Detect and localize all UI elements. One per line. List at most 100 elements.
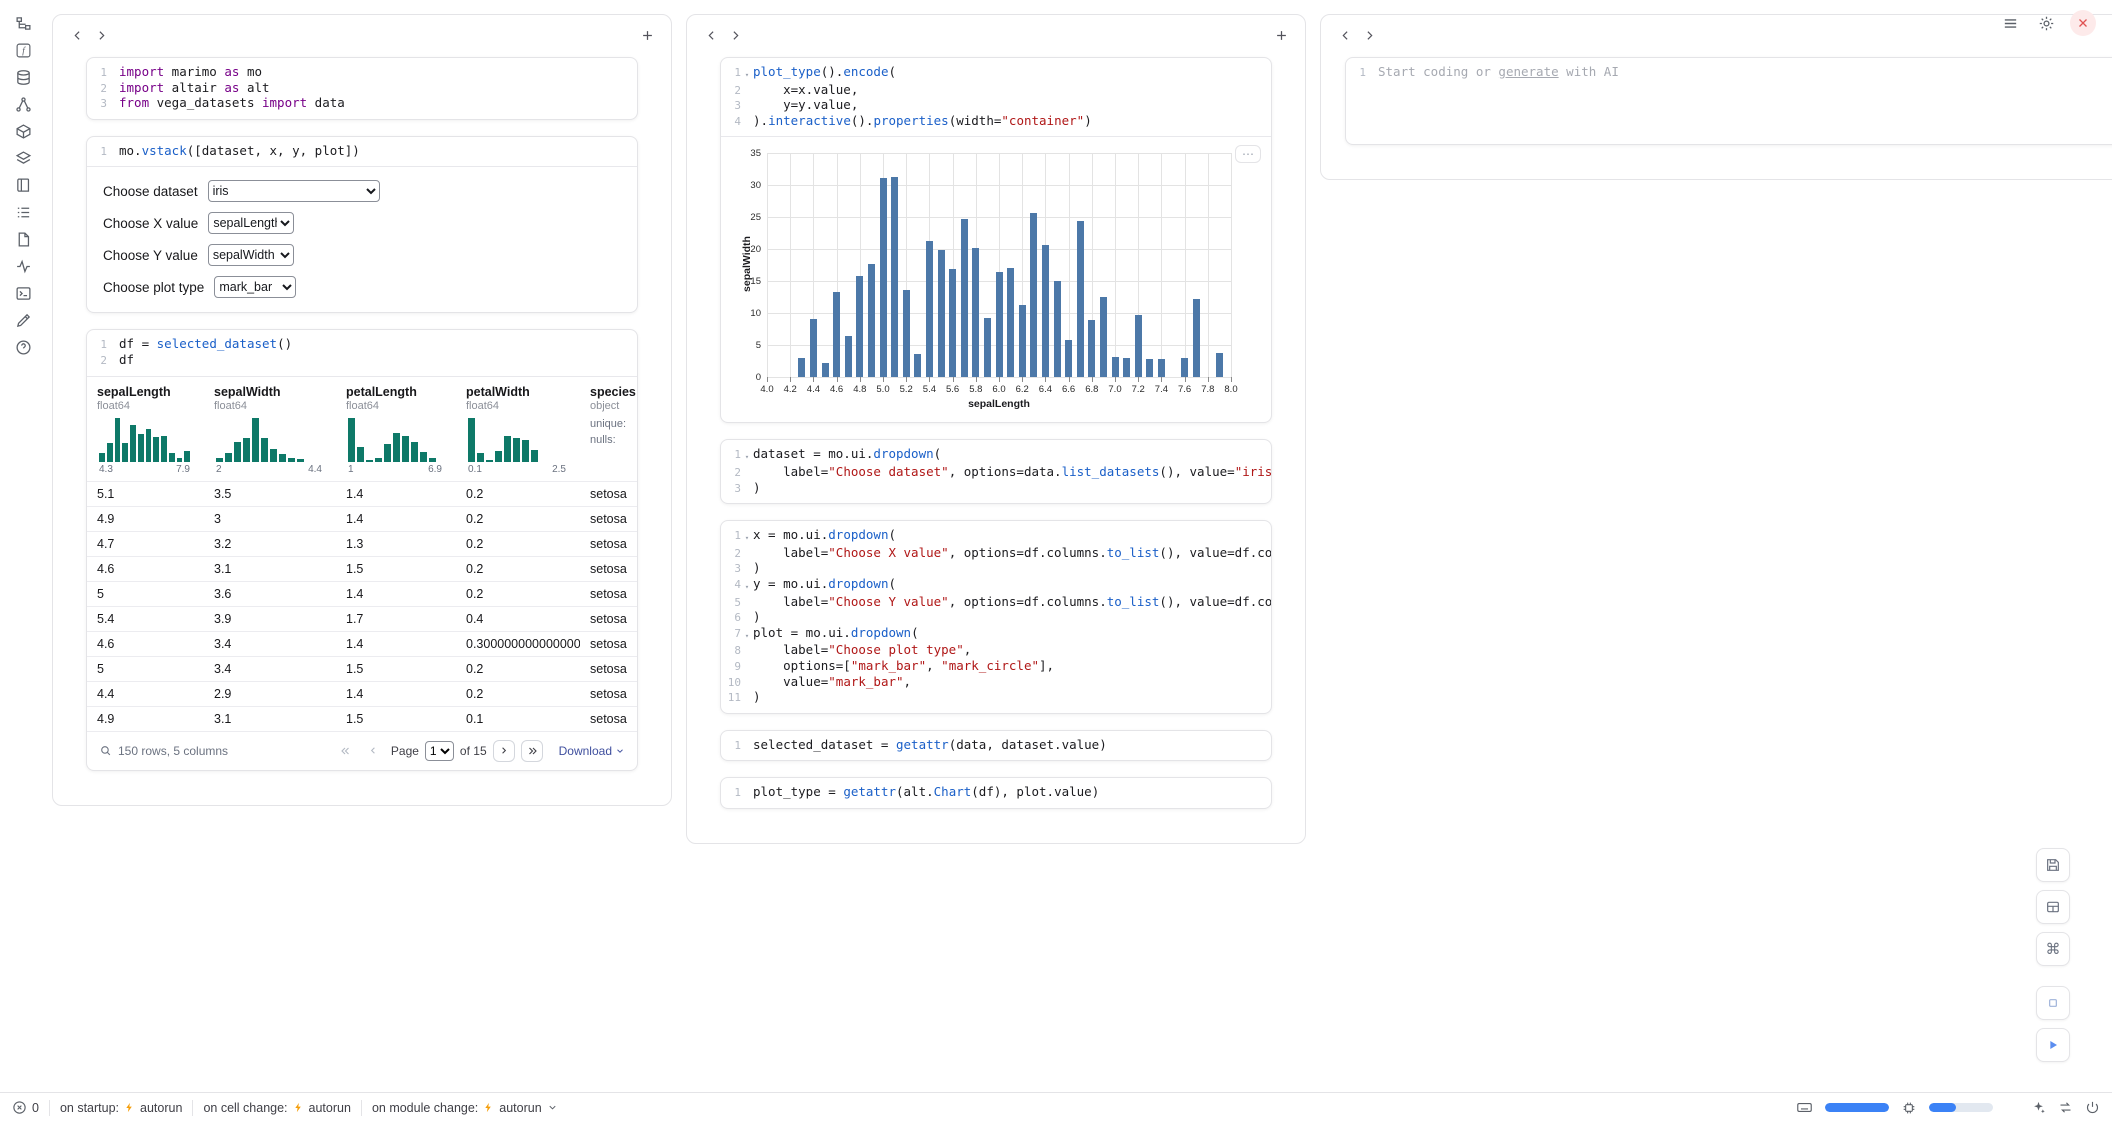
table-column-header[interactable]: speciesobjectunique:nulls: — [580, 385, 637, 481]
table-row[interactable]: 4.931.40.2setosa — [87, 506, 637, 531]
runtime-on-module-change[interactable]: on module change: autorun — [372, 1101, 558, 1115]
chart-bar[interactable] — [984, 318, 991, 377]
table-column-header[interactable]: petalWidthfloat640.12.5 — [456, 385, 580, 481]
runtime-on-cell-change[interactable]: on cell change: autorun — [203, 1101, 351, 1115]
table-row[interactable]: 53.41.50.2setosa — [87, 656, 637, 681]
chart-bar[interactable] — [996, 272, 1003, 377]
code-editor-dataset[interactable]: 1▾dataset = mo.ui.dropdown(2 label="Choo… — [721, 440, 1271, 503]
datasources-panel-button[interactable] — [11, 68, 35, 86]
tracing-panel-button[interactable] — [11, 257, 35, 275]
code-editor-vstack[interactable]: 1mo.vstack([dataset, x, y, plot]) — [87, 137, 637, 168]
chart-bar[interactable] — [1216, 353, 1223, 377]
code-editor-plot-type[interactable]: 1plot_type = getattr(alt.Chart(df), plot… — [721, 778, 1271, 808]
variables-panel-button[interactable]: f — [11, 41, 35, 59]
table-row[interactable]: 4.42.91.40.2setosa — [87, 681, 637, 706]
chart-bar[interactable] — [1158, 359, 1165, 377]
chart-bar[interactable] — [961, 219, 968, 378]
choose-plot-type-select[interactable]: mark_bar — [214, 276, 296, 298]
column-1-scroll-right-button[interactable] — [89, 23, 113, 47]
column-2-add-cell-button[interactable] — [1269, 23, 1293, 47]
chart-bar[interactable] — [1065, 340, 1072, 378]
chart-bar[interactable] — [1100, 297, 1107, 377]
table-row[interactable]: 4.73.21.30.2setosa — [87, 531, 637, 556]
chart-bar[interactable] — [1193, 299, 1200, 377]
chart-bar[interactable] — [1123, 358, 1130, 377]
runtime-on-startup[interactable]: on startup: autorun — [60, 1101, 182, 1115]
fold-marker[interactable]: ▾ — [741, 528, 753, 546]
column-histogram[interactable] — [214, 412, 336, 462]
fold-marker[interactable]: ▾ — [741, 65, 753, 83]
chart-bar[interactable] — [891, 177, 898, 377]
code-editor-dataframe[interactable]: 1df = selected_dataset()2df — [87, 330, 637, 376]
table-search-button[interactable] — [99, 744, 112, 757]
documentation-panel-button[interactable] — [11, 149, 35, 167]
help-panel-button[interactable] — [11, 338, 35, 356]
chart-bar[interactable] — [1030, 213, 1037, 378]
code-editor-empty[interactable]: 1 Start coding or generate with AI — [1346, 58, 2112, 144]
choose-dataset-select[interactable]: iris — [208, 180, 380, 202]
chart-bar[interactable] — [1181, 358, 1188, 377]
fold-marker[interactable]: ▾ — [741, 626, 753, 644]
settings-button[interactable] — [2034, 11, 2058, 35]
table-row[interactable]: 4.63.11.50.2setosa — [87, 556, 637, 581]
column-2-scroll-right-button[interactable] — [723, 23, 747, 47]
chart-bar[interactable] — [798, 358, 805, 377]
chart-bar[interactable] — [1054, 281, 1061, 377]
column-histogram[interactable] — [466, 412, 580, 462]
chart-bar[interactable] — [1112, 357, 1119, 378]
chart-bar[interactable] — [810, 319, 817, 377]
chart-bar[interactable] — [938, 250, 945, 377]
packages-panel-button[interactable] — [11, 122, 35, 140]
table-row[interactable]: 4.63.41.40.30000000000000004setosa — [87, 631, 637, 656]
run-all-button[interactable] — [2036, 1028, 2070, 1062]
code-editor-selected-dataset[interactable]: 1selected_dataset = getattr(data, datase… — [721, 731, 1271, 761]
chart-bar[interactable] — [972, 248, 979, 377]
chart-bar[interactable] — [868, 264, 875, 377]
code-editor-xyplot[interactable]: 1▾x = mo.ui.dropdown(2 label="Choose X v… — [721, 521, 1271, 713]
chart-bar[interactable] — [856, 276, 863, 378]
download-button[interactable]: Download — [559, 744, 625, 758]
notebook-menu-button[interactable] — [1998, 11, 2022, 35]
terminal-panel-button[interactable] — [11, 284, 35, 302]
chart-bar[interactable] — [1135, 315, 1142, 378]
fold-marker[interactable]: ▾ — [741, 447, 753, 465]
chart-bar[interactable] — [822, 363, 829, 378]
column-histogram[interactable] — [346, 412, 456, 462]
shutdown-button[interactable] — [2085, 1100, 2100, 1115]
scratchpad-panel-button[interactable] — [11, 311, 35, 329]
notebook-panel-button[interactable] — [11, 176, 35, 194]
page-select[interactable]: 1 — [425, 741, 454, 761]
save-notebook-button[interactable] — [2036, 848, 2070, 882]
fold-marker[interactable]: ▾ — [741, 577, 753, 595]
keyboard-status-button[interactable] — [1796, 1099, 1813, 1116]
column-3-scroll-left-button[interactable] — [1333, 23, 1357, 47]
table-row[interactable]: 5.13.51.40.2setosa — [87, 481, 637, 506]
chart-bar[interactable] — [926, 241, 933, 377]
chart-bar[interactable] — [949, 269, 956, 377]
keyboard-shortcuts-button[interactable]: ⌘ — [2036, 932, 2070, 966]
connection-button[interactable] — [2058, 1100, 2073, 1115]
column-2-scroll-left-button[interactable] — [699, 23, 723, 47]
table-row[interactable]: 4.93.11.50.1setosa — [87, 706, 637, 731]
column-1-scroll-left-button[interactable] — [65, 23, 89, 47]
chart-bar[interactable] — [1077, 221, 1084, 377]
column-histogram[interactable] — [97, 412, 204, 462]
code-editor-chart[interactable]: 1▾plot_type().encode(2 x=x.value,3 y=y.v… — [721, 58, 1271, 137]
table-column-header[interactable]: sepalWidthfloat6424.4 — [204, 385, 336, 481]
close-app-button[interactable] — [2070, 10, 2096, 36]
next-page-button[interactable] — [493, 740, 515, 762]
choose-x-value-select[interactable]: sepalLength — [208, 212, 294, 234]
error-indicator[interactable]: 0 — [12, 1100, 39, 1115]
chart-bar[interactable] — [845, 336, 852, 377]
first-page-button[interactable] — [335, 740, 357, 762]
outline-panel-button[interactable] — [11, 203, 35, 221]
chart-bar[interactable] — [880, 178, 887, 378]
chart-bar[interactable] — [1146, 359, 1153, 378]
chart-bar[interactable] — [1019, 305, 1026, 377]
code-editor-imports[interactable]: 1import marimo as mo2import altair as al… — [87, 58, 637, 119]
chart-bar[interactable] — [914, 354, 921, 378]
file-tree-panel-button[interactable] — [11, 14, 35, 32]
dependencies-panel-button[interactable] — [11, 95, 35, 113]
chart-bar[interactable] — [903, 290, 910, 378]
table-row[interactable]: 53.61.40.2setosa — [87, 581, 637, 606]
